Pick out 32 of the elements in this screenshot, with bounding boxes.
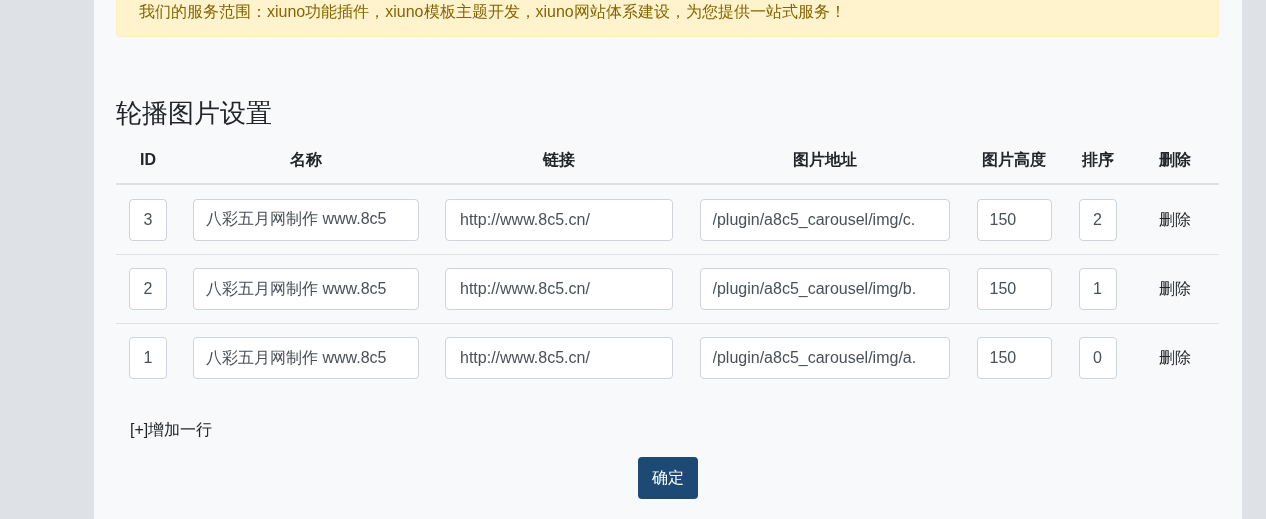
name-field[interactable]: 八彩五月网制作 www.8c5 <box>193 198 419 241</box>
link-field[interactable]: http://www.8c5.cn/ <box>445 268 673 310</box>
image-path-field[interactable]: /plugin/a8c5_carousel/img/a. <box>699 337 950 379</box>
id-field[interactable]: 2 <box>129 268 167 310</box>
name-field[interactable]: 八彩五月网制作 www.8c5 <box>193 337 419 379</box>
column-header: 图片高度 <box>982 150 1046 170</box>
confirm-button[interactable]: 确定 <box>638 457 698 499</box>
id-field[interactable]: 1 <box>129 337 167 379</box>
link-field[interactable]: http://www.8c5.cn/ <box>445 198 673 241</box>
delete-link[interactable]: 删除 <box>1158 346 1191 370</box>
column-header: 名称 <box>290 150 322 170</box>
column-header: 排序 <box>1081 150 1114 170</box>
image-path-field[interactable]: /plugin/a8c5_carousel/img/c. <box>699 198 950 241</box>
column-header: ID <box>140 150 156 170</box>
id-field[interactable]: 3 <box>129 198 167 241</box>
delete-link[interactable]: 删除 <box>1158 277 1191 301</box>
column-header: 图片地址 <box>792 150 857 170</box>
column-header: 链接 <box>543 150 575 170</box>
order-field[interactable]: 0 <box>1078 337 1117 379</box>
add-row-link[interactable]: [+]增加一行 <box>130 421 213 438</box>
delete-link[interactable]: 删除 <box>1158 207 1191 232</box>
order-field[interactable]: 1 <box>1078 268 1117 310</box>
notice-banner: 我们的服务范围：xiuno功能插件，xiuno模板主题开发，xiuno网站体系建设，为您提供一站式服务！ <box>116 0 1219 37</box>
height-field[interactable]: 150 <box>976 337 1052 379</box>
section-title: 轮播图片设置 <box>116 97 273 129</box>
height-field[interactable]: 150 <box>976 268 1052 310</box>
height-field[interactable]: 150 <box>976 198 1052 241</box>
order-field[interactable]: 2 <box>1078 198 1117 241</box>
column-header: 删除 <box>1158 150 1191 170</box>
image-path-field[interactable]: /plugin/a8c5_carousel/img/b. <box>699 268 950 310</box>
link-field[interactable]: http://www.8c5.cn/ <box>445 337 673 379</box>
name-field[interactable]: 八彩五月网制作 www.8c5 <box>193 268 419 310</box>
